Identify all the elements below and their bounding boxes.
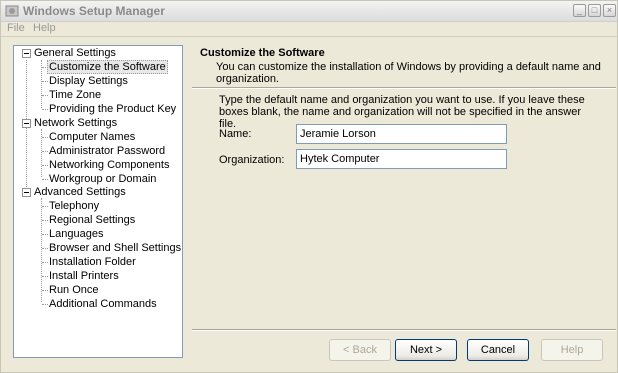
content-panel: Customize the Software You can customize… — [192, 45, 616, 361]
tree-group-network[interactable]: Network Settings — [32, 117, 119, 130]
tree-group-advanced[interactable]: Advanced Settings — [32, 186, 128, 199]
tree-item-networking-components[interactable]: Networking Components — [47, 159, 171, 172]
minimize-button[interactable]: _ — [573, 4, 586, 17]
menu-bar: File Help — [1, 21, 617, 35]
menu-file[interactable]: File — [7, 22, 25, 34]
tree-item-admin-password[interactable]: Administrator Password — [47, 145, 167, 158]
menu-separator — [1, 36, 617, 37]
maximize-button[interactable]: □ — [588, 4, 601, 17]
tree-item-run-once[interactable]: Run Once — [47, 284, 101, 297]
page-description: You can customize the installation of Wi… — [216, 61, 601, 85]
tree-item-additional-commands[interactable]: Additional Commands — [47, 298, 159, 311]
tree-item-languages[interactable]: Languages — [47, 228, 105, 241]
tree-item-telephony[interactable]: Telephony — [47, 200, 101, 213]
tree-group-general[interactable]: General Settings — [32, 47, 118, 60]
back-button[interactable]: < Back — [329, 339, 391, 361]
collapse-advanced-icon[interactable] — [22, 188, 31, 197]
collapse-general-icon[interactable] — [22, 49, 31, 58]
tree-item-product-key[interactable]: Providing the Product Key — [47, 103, 178, 116]
tree-item-display-settings[interactable]: Display Settings — [47, 75, 130, 88]
menu-help[interactable]: Help — [33, 22, 56, 34]
next-button[interactable]: Next > — [395, 339, 457, 361]
cancel-button[interactable]: Cancel — [467, 339, 529, 361]
header-separator — [192, 87, 616, 89]
organization-field[interactable] — [296, 149, 507, 169]
button-separator — [192, 329, 616, 331]
close-button[interactable]: × — [603, 4, 616, 17]
name-field[interactable] — [296, 124, 507, 144]
tree-branch-connector — [41, 198, 43, 302]
settings-tree[interactable]: General Settings Customize the Software … — [13, 45, 183, 358]
tree-item-install-printers[interactable]: Install Printers — [47, 270, 121, 283]
tree-item-customize-software[interactable]: Customize the Software — [47, 60, 168, 74]
title-bar[interactable]: Windows Setup Manager _ □ × — [1, 1, 617, 22]
page-title: Customize the Software — [200, 47, 325, 59]
collapse-network-icon[interactable] — [22, 119, 31, 128]
tree-item-time-zone[interactable]: Time Zone — [47, 89, 103, 102]
tree-item-regional-settings[interactable]: Regional Settings — [47, 214, 137, 227]
setup-manager-icon — [5, 5, 19, 17]
tree-item-workgroup-domain[interactable]: Workgroup or Domain — [47, 173, 158, 186]
window-title: Windows Setup Manager — [23, 4, 165, 18]
tree-item-browser-shell[interactable]: Browser and Shell Settings — [47, 242, 182, 255]
setup-manager-window: Windows Setup Manager _ □ × File Help Ge… — [0, 0, 618, 373]
name-label: Name: — [219, 128, 252, 140]
tree-item-installation-folder[interactable]: Installation Folder — [47, 256, 138, 269]
organization-label: Organization: — [219, 154, 285, 166]
help-button[interactable]: Help — [541, 339, 603, 361]
tree-item-computer-names[interactable]: Computer Names — [47, 131, 137, 144]
